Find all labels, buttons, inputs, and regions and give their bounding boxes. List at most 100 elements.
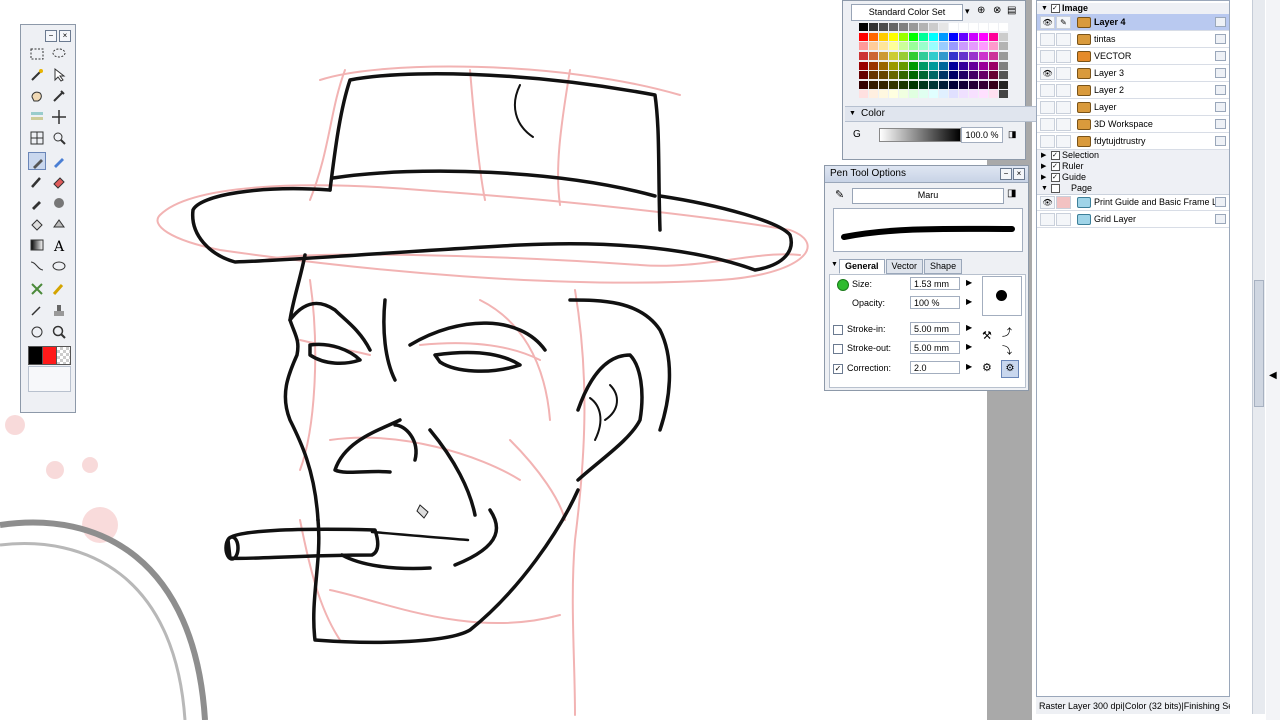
- color-swatch[interactable]: [989, 51, 998, 60]
- color-swatch[interactable]: [879, 90, 888, 99]
- zoom-tool-icon[interactable]: [50, 323, 68, 341]
- color-swatch[interactable]: [909, 23, 918, 31]
- layer-row[interactable]: 👁 ✎ Layer 4: [1037, 14, 1229, 31]
- edit-lock-icon[interactable]: [1056, 135, 1071, 148]
- color-swatch[interactable]: [879, 80, 888, 89]
- marker-tool-icon[interactable]: [28, 194, 46, 212]
- correction-checkbox[interactable]: ✓: [833, 363, 843, 374]
- edit-lock-icon[interactable]: [1056, 84, 1071, 97]
- layer-row[interactable]: 3D Workspace: [1037, 116, 1229, 133]
- color-swatch[interactable]: [929, 61, 938, 70]
- color-swatch[interactable]: [899, 42, 908, 51]
- color-swatch[interactable]: [859, 71, 868, 80]
- marquee-tool-icon[interactable]: [28, 45, 46, 63]
- layer-options-icon[interactable]: [1215, 34, 1226, 44]
- color-swatch[interactable]: [949, 32, 958, 41]
- eye-icon[interactable]: [1040, 84, 1055, 97]
- color-swatch[interactable]: [919, 51, 928, 60]
- stroke-out-arrow-icon[interactable]: ▶: [966, 342, 972, 351]
- color-swatch[interactable]: [879, 23, 888, 31]
- color-swatch[interactable]: [979, 23, 988, 31]
- color-swatch[interactable]: [999, 71, 1008, 80]
- edit-lock-icon[interactable]: [1056, 67, 1071, 80]
- opacity-field[interactable]: 100 %: [910, 296, 960, 309]
- rotate-tool-icon[interactable]: [28, 323, 46, 341]
- color-swatch[interactable]: [909, 80, 918, 89]
- brush-preset-dropdown[interactable]: Maru: [852, 188, 1004, 204]
- color-swatch[interactable]: [999, 51, 1008, 60]
- stroke-in-arrow-icon[interactable]: ▶: [966, 323, 972, 332]
- eye-icon[interactable]: [1040, 135, 1055, 148]
- color-swatch[interactable]: [899, 61, 908, 70]
- color-swatch[interactable]: [999, 23, 1008, 31]
- collapse-icon[interactable]: ▼: [831, 261, 838, 268]
- eye-icon[interactable]: [1040, 50, 1055, 63]
- color-swatch[interactable]: [949, 42, 958, 51]
- edit-lock-icon[interactable]: [1056, 118, 1071, 131]
- color-swatch[interactable]: [959, 32, 968, 41]
- color-swatch[interactable]: [999, 42, 1008, 51]
- channel-value-field[interactable]: 100.0 %: [961, 127, 1003, 143]
- color-swatch[interactable]: [869, 80, 878, 89]
- layer-options-icon[interactable]: [1215, 102, 1226, 112]
- color-swatch-grid[interactable]: [859, 23, 1008, 99]
- color-swatch[interactable]: [959, 71, 968, 80]
- size-field[interactable]: 1.53 mm: [910, 277, 960, 290]
- text-tool-icon[interactable]: A: [50, 236, 68, 254]
- color-swatch[interactable]: [879, 42, 888, 51]
- pen-options-titlebar[interactable]: Pen Tool Options − ×: [825, 166, 1028, 183]
- color-swatch[interactable]: [889, 90, 898, 99]
- color-swatch[interactable]: [919, 23, 928, 31]
- color-swatch[interactable]: [999, 90, 1008, 99]
- scrollbar-thumb[interactable]: [1254, 280, 1264, 407]
- edit-lock-icon[interactable]: [1056, 50, 1071, 63]
- color-set-dropdown[interactable]: Standard Color Set: [851, 4, 963, 21]
- color-swatch[interactable]: [969, 32, 978, 41]
- close-button[interactable]: ×: [59, 30, 71, 42]
- color-swatch[interactable]: [989, 71, 998, 80]
- shape-tool-icon[interactable]: [50, 257, 68, 275]
- color-swatch[interactable]: [899, 80, 908, 89]
- color-swatch[interactable]: [979, 51, 988, 60]
- layer-row[interactable]: fdytujdtrustry: [1037, 133, 1229, 150]
- eyedropper-tool-icon[interactable]: [50, 87, 68, 105]
- color-section-header[interactable]: Color: [845, 106, 1039, 122]
- edit-lock-icon[interactable]: [1056, 196, 1071, 209]
- eraser-tool-icon[interactable]: [50, 173, 68, 191]
- group-check-icon[interactable]: ✓: [1051, 151, 1060, 160]
- layer-options-icon[interactable]: [1215, 68, 1226, 78]
- move-tool-icon[interactable]: [50, 108, 68, 126]
- layer-options-icon[interactable]: [1215, 197, 1226, 207]
- layer-row[interactable]: VECTOR: [1037, 48, 1229, 65]
- color-swatch[interactable]: [869, 32, 878, 41]
- color-swatch[interactable]: [929, 32, 938, 41]
- color-swatch[interactable]: [969, 51, 978, 60]
- pencil-tool-icon[interactable]: [50, 152, 68, 170]
- minimize-button[interactable]: −: [45, 30, 57, 42]
- color-swatch[interactable]: [989, 42, 998, 51]
- object-select-tool-icon[interactable]: [50, 66, 68, 84]
- eye-icon[interactable]: 👁: [1040, 16, 1055, 29]
- preset-menu-icon[interactable]: ◨: [1007, 188, 1016, 199]
- color-swatch[interactable]: [889, 61, 898, 70]
- stroke-out-option-icon[interactable]: ⤵: [1002, 342, 1012, 357]
- eye-icon[interactable]: 👁: [1040, 67, 1055, 80]
- pen-tool-icon[interactable]: [28, 152, 46, 170]
- color-swatch[interactable]: [929, 51, 938, 60]
- add-color-icon[interactable]: ⊕: [977, 5, 985, 16]
- color-swatch[interactable]: [949, 71, 958, 80]
- color-swatch[interactable]: [959, 90, 968, 99]
- color-swatch[interactable]: [989, 32, 998, 41]
- stamp-tool-icon[interactable]: [50, 301, 68, 319]
- color-swatch[interactable]: [909, 71, 918, 80]
- layer-options-icon[interactable]: [1215, 51, 1226, 61]
- close-button[interactable]: ×: [1013, 168, 1025, 180]
- color-swatch[interactable]: [869, 71, 878, 80]
- color-swatch[interactable]: [859, 80, 868, 89]
- color-swatch[interactable]: [969, 90, 978, 99]
- magic-wand-tool-icon[interactable]: [28, 66, 46, 84]
- color-swatch[interactable]: [869, 61, 878, 70]
- color-swatch[interactable]: [889, 32, 898, 41]
- color-swatch[interactable]: [999, 61, 1008, 70]
- layer-move-tool-icon[interactable]: [28, 108, 46, 126]
